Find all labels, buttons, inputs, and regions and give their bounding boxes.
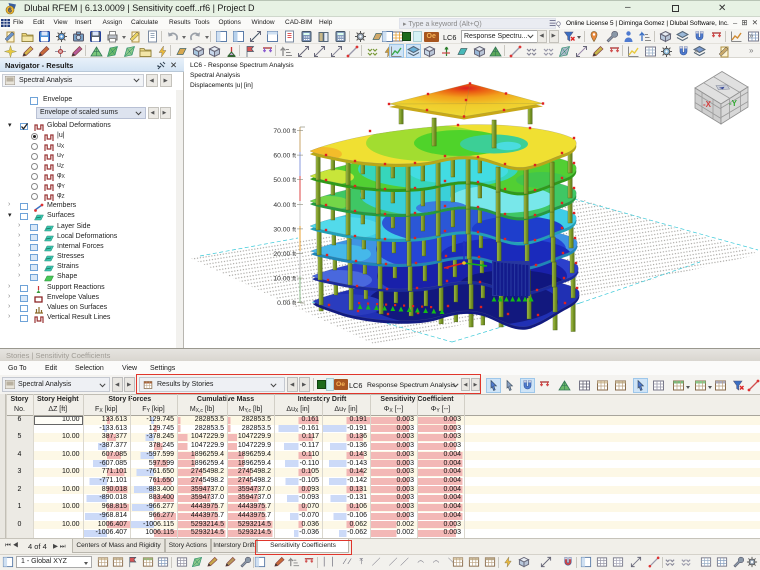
svg-text:50.00 ft: 50.00 ft xyxy=(273,177,296,184)
svg-text:-X: -X xyxy=(703,100,712,109)
svg-text:40.00 ft: 40.00 ft xyxy=(273,202,296,209)
svg-text:60.00 ft: 60.00 ft xyxy=(273,153,296,160)
svg-text:6: 6 xyxy=(8,8,12,15)
svg-text:70.00 ft: 70.00 ft xyxy=(273,128,296,135)
svg-text:0.00 ft: 0.00 ft xyxy=(277,300,296,307)
svg-text:30.00 ft: 30.00 ft xyxy=(273,226,296,233)
svg-text:Displacements |u| [in]: Displacements |u| [in] xyxy=(190,82,253,89)
svg-text:20.00 ft: 20.00 ft xyxy=(273,251,296,258)
svg-text:Spectral Analysis: Spectral Analysis xyxy=(190,72,241,79)
svg-text:LC6 - Response Spectrum Analys: LC6 - Response Spectrum Analysis xyxy=(190,62,294,69)
svg-text:-Y: -Y xyxy=(729,99,738,108)
svg-text:10.00 ft: 10.00 ft xyxy=(273,276,296,283)
